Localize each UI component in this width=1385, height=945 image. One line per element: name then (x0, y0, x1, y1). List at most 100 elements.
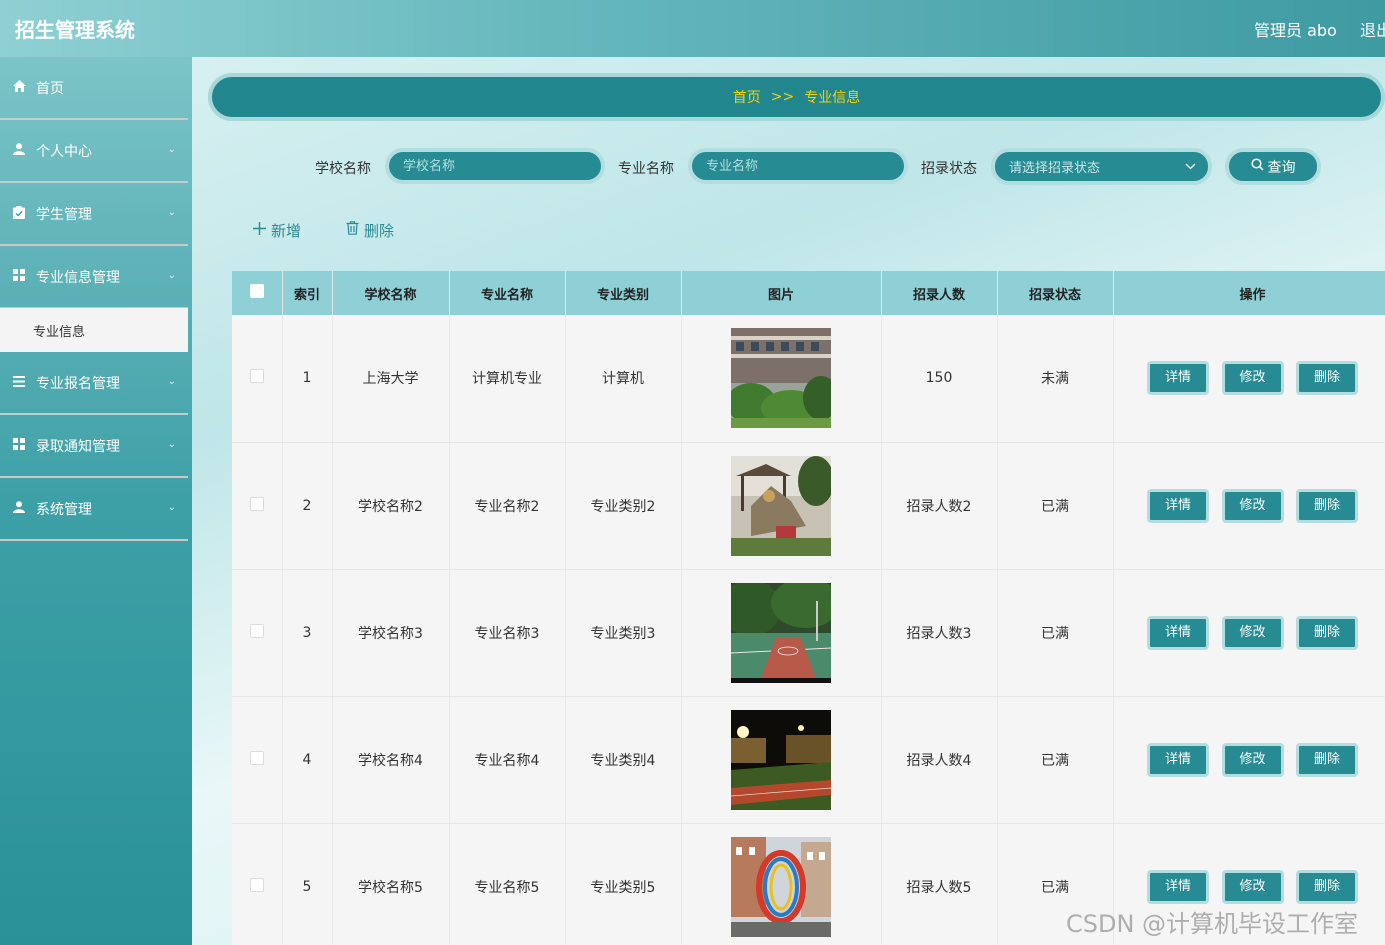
top-header: 招生管理系统 管理员 abo 退出 (0, 0, 1385, 57)
detail-button[interactable]: 详情 (1147, 361, 1210, 396)
sidebar-item-label: 学生管理 (36, 206, 92, 223)
sidebar-item-label: 系统管理 (36, 501, 92, 518)
watermark: CSDN @计算机毕设工作室 (1066, 910, 1359, 938)
school-cell: 学校名称5 (332, 823, 450, 945)
category-cell: 专业类别2 (565, 442, 682, 570)
status-select-value: 请选择招录状态 (1009, 161, 1101, 176)
delete-button[interactable]: 删除 (1295, 488, 1358, 523)
home-icon (12, 80, 26, 95)
row-select-cell (232, 823, 283, 945)
search-icon (1250, 158, 1264, 175)
breadcrumb-home[interactable]: 首页 (733, 87, 761, 107)
image-cell (681, 696, 882, 824)
column-header-index: 索引 (282, 271, 333, 315)
row-checkbox[interactable] (249, 496, 264, 511)
edit-button[interactable]: 修改 (1221, 488, 1284, 523)
ring-sculpture-image[interactable] (731, 836, 831, 937)
school-cell: 学校名称2 (332, 442, 450, 570)
school-name-label: 学校名称 (315, 161, 371, 177)
status-cell: 已满 (997, 696, 1114, 824)
sidebar-item-major-info-management[interactable]: 专业信息管理 ⌄ (0, 246, 188, 309)
bulk-delete-button[interactable]: 删除 (346, 219, 394, 241)
row-select-cell (232, 696, 283, 824)
delete-button[interactable]: 删除 (1295, 615, 1358, 650)
table-row: 1 上海大学 计算机专业 计算机 150 未满 详情 修改 删除 (232, 315, 1385, 443)
add-button[interactable]: 新增 (253, 219, 301, 241)
user-label: 管理员 abo (1254, 21, 1337, 40)
image-cell (681, 442, 882, 570)
status-label: 招录状态 (921, 161, 977, 177)
basketball-court-image[interactable] (731, 582, 831, 683)
breadcrumb-separator: >> (770, 89, 795, 105)
table-row: 2 学校名称2 专业名称2 专业类别2 招录人数2 已满 详情 修改 删除 (232, 442, 1385, 570)
detail-button[interactable]: 详情 (1147, 615, 1210, 650)
detail-button[interactable]: 详情 (1147, 869, 1210, 904)
logout-link[interactable]: 退出 (1360, 17, 1385, 41)
sidebar-item-student-management[interactable]: 学生管理 ⌄ (0, 183, 188, 246)
sidebar-item-label: 专业信息管理 (36, 269, 120, 286)
major-cell: 计算机专业 (449, 315, 566, 443)
edit-button[interactable]: 修改 (1221, 361, 1284, 396)
column-header-actions: 操作 (1113, 271, 1385, 315)
sidebar-item-home[interactable]: 首页 (0, 57, 188, 120)
select-all-checkbox[interactable] (249, 284, 264, 298)
query-button[interactable]: 查询 (1225, 148, 1321, 185)
sidebar-item-admission-notice-management[interactable]: 录取通知管理 ⌄ (0, 415, 188, 478)
sidebar: 首页 个人中心 ⌄ 学生管理 ⌄ 专业信息管理 ⌄ 专业信息 专业报名管理 ⌄ … (0, 57, 192, 945)
chevron-down-icon: ⌄ (167, 502, 176, 513)
delete-button[interactable]: 删除 (1295, 361, 1358, 396)
category-cell: 专业类别5 (565, 823, 682, 945)
grid-icon (12, 438, 26, 453)
category-cell: 计算机 (565, 315, 682, 443)
row-checkbox[interactable] (249, 877, 264, 892)
row-select-cell (232, 315, 283, 443)
column-header-school: 学校名称 (332, 271, 450, 315)
night-stadium-image[interactable] (731, 709, 831, 810)
bulk-delete-button-label: 删除 (364, 221, 395, 240)
campus-building-image[interactable] (731, 328, 831, 429)
select-all-cell (232, 271, 283, 315)
edit-button[interactable]: 修改 (1221, 615, 1284, 650)
row-checkbox[interactable] (249, 369, 264, 384)
sidebar-item-personal-center[interactable]: 个人中心 ⌄ (0, 120, 188, 183)
row-select-cell (232, 569, 283, 697)
list-icon (12, 375, 26, 390)
query-button-label: 查询 (1267, 159, 1296, 176)
user-icon (12, 143, 26, 158)
count-cell: 招录人数5 (881, 823, 998, 945)
sidebar-subitem-major-info[interactable]: 专业信息 (0, 308, 188, 352)
major-cell: 专业名称5 (449, 823, 566, 945)
chevron-down-icon: ⌄ (167, 207, 176, 218)
chevron-down-icon: ⌄ (167, 376, 176, 387)
sidebar-item-label: 录取通知管理 (36, 438, 120, 455)
delete-button[interactable]: 删除 (1295, 869, 1358, 904)
index-cell: 4 (282, 696, 333, 824)
grid-icon (12, 269, 26, 284)
category-cell: 专业类别3 (565, 569, 682, 697)
sidebar-item-major-signup-management[interactable]: 专业报名管理 ⌄ (0, 352, 188, 415)
detail-button[interactable]: 详情 (1147, 742, 1210, 777)
status-select[interactable]: 请选择招录状态 (991, 148, 1212, 185)
app-title: 招生管理系统 (15, 18, 135, 42)
major-cell: 专业名称4 (449, 696, 566, 824)
column-header-major: 专业名称 (449, 271, 566, 315)
row-checkbox[interactable] (249, 750, 264, 765)
sidebar-item-system-management[interactable]: 系统管理 ⌄ (0, 478, 188, 541)
major-name-input[interactable] (688, 148, 908, 184)
campus-sculpture-image[interactable] (731, 455, 831, 556)
school-name-input[interactable] (385, 148, 605, 184)
delete-button[interactable]: 删除 (1295, 742, 1358, 777)
major-cell: 专业名称3 (449, 569, 566, 697)
column-header-image: 图片 (681, 271, 882, 315)
table-row: 4 学校名称4 专业名称4 专业类别4 招录人数4 已满 详情 修改 删除 (232, 696, 1385, 824)
school-cell: 学校名称4 (332, 696, 450, 824)
edit-button[interactable]: 修改 (1221, 869, 1284, 904)
count-cell: 招录人数3 (881, 569, 998, 697)
trash-icon (346, 221, 359, 239)
row-checkbox[interactable] (249, 623, 264, 638)
breadcrumb: 首页 >> 专业信息 (208, 73, 1385, 121)
count-cell: 招录人数4 (881, 696, 998, 824)
column-header-category: 专业类别 (565, 271, 682, 315)
detail-button[interactable]: 详情 (1147, 488, 1210, 523)
edit-button[interactable]: 修改 (1221, 742, 1284, 777)
